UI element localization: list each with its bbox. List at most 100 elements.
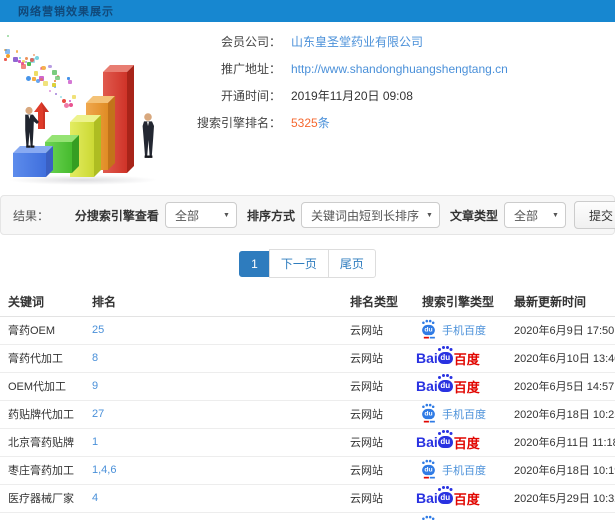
baidu-logo-icon: Bai du 百度 xyxy=(416,488,480,507)
page-header: 网络营销效果展示 xyxy=(0,0,615,22)
last-page-button[interactable]: 尾页 xyxy=(327,249,376,278)
bar-chart-illustration xyxy=(0,22,190,195)
table-row: 医疗器械厂家 4 云网站 Baidu百度 du手机百度 2020年5月29日 1… xyxy=(0,484,615,513)
rank-link[interactable]: 1,4,6 xyxy=(92,464,116,476)
table-header-row: 关键词 排名 排名类型 搜索引擎类型 最新更新时间 xyxy=(0,288,615,317)
col-rank-type: 排名类型 xyxy=(342,288,414,317)
rank-link[interactable]: 9 xyxy=(92,380,98,392)
col-engine-type: 搜索引擎类型 xyxy=(414,288,506,317)
rank-cell: 25 xyxy=(84,316,342,345)
baidu-paw-icon: du xyxy=(422,320,435,339)
rank-link[interactable]: 8 xyxy=(92,352,98,364)
info-section: 会员公司： 山东皇圣堂药业有限公司 推广地址： http://www.shand… xyxy=(0,22,615,195)
keyword-cell: OEM代加工 xyxy=(0,372,84,401)
rank-type-cell: 云网站 xyxy=(342,372,414,401)
rank-count-label: 搜索引擎排名： xyxy=(196,116,281,130)
next-page-button[interactable]: 下一页 xyxy=(268,249,329,278)
company-label: 会员公司： xyxy=(220,35,281,49)
sort-filter-label: 排序方式 xyxy=(246,208,295,223)
engine-cell: Baidu百度 du手机百度 xyxy=(414,400,506,429)
chevron-down-icon: ▼ xyxy=(552,212,559,219)
updated-cell: 2020年6月9日 17:50 xyxy=(506,316,615,345)
rank-type-cell: 云网站 xyxy=(342,428,414,457)
rank-cell: 1,4,6 xyxy=(84,456,342,485)
rank-cell: 17 xyxy=(84,512,342,520)
updated-cell: 2020年6月18日 10:25 xyxy=(506,400,615,429)
rank-link[interactable]: 4 xyxy=(92,492,98,504)
open-time-value: 2019年11月20日 09:08 xyxy=(291,89,413,103)
page-title: 网络营销效果展示 xyxy=(18,6,114,18)
promo-url-label: 推广地址： xyxy=(220,62,281,76)
page-1-button[interactable]: 1 xyxy=(239,251,270,277)
table-row: 菏泽膏药厂家 17 云网站 Baidu百度 du手机百度 2020年6月11日 … xyxy=(0,512,615,520)
bar-blue xyxy=(13,146,53,177)
baidu-paw-icon: du xyxy=(437,432,453,448)
baidu-logo-icon: Bai du 百度 xyxy=(416,376,480,395)
engine-cell: Baidu百度 du手机百度 xyxy=(414,372,506,401)
mobile-baidu-icon: du手机百度 xyxy=(416,404,486,423)
rank-type-cell: 云网站 xyxy=(342,512,414,520)
rank-type-cell: 云网站 xyxy=(342,344,414,373)
mobile-baidu-icon: du手机百度 xyxy=(416,460,486,479)
result-label: 结果： xyxy=(13,208,50,223)
rank-link[interactable]: 1 xyxy=(92,436,98,448)
engine-cell: Baidu百度 du手机百度 xyxy=(414,344,506,373)
rank-cell: 9 xyxy=(84,372,342,401)
table-row: 药贴牌代加工 27 云网站 Baidu百度 du手机百度 2020年6月18日 … xyxy=(0,400,615,429)
keyword-cell: 药贴牌代加工 xyxy=(0,400,84,429)
rank-cell: 27 xyxy=(84,400,342,429)
col-keyword: 关键词 xyxy=(0,288,84,317)
rank-type-cell: 云网站 xyxy=(342,484,414,513)
article-type-label: 文章类型 xyxy=(449,208,498,223)
engine-select[interactable]: 全部 ▼ xyxy=(164,202,237,228)
updated-cell: 2020年6月5日 14:57 xyxy=(506,372,615,401)
baidu-logo-icon: Bai du 百度 xyxy=(416,432,480,451)
info-row-company: 会员公司： 山东皇圣堂药业有限公司 xyxy=(185,28,615,55)
updated-cell: 2020年6月18日 10:19 xyxy=(506,456,615,485)
promo-url-link[interactable]: http://www.shandonghuangshengtang.cn xyxy=(291,62,508,76)
businessman-right xyxy=(142,113,154,158)
table-row: OEM代加工 9 云网站 Baidu百度 du手机百度 2020年6月5日 14… xyxy=(0,372,615,401)
rank-type-cell: 云网站 xyxy=(342,316,414,345)
article-type-select[interactable]: 全部 ▼ xyxy=(503,202,566,228)
chevron-down-icon: ▼ xyxy=(223,212,230,219)
baidu-paw-icon: du xyxy=(422,404,435,423)
rank-link[interactable]: 27 xyxy=(92,408,104,420)
keyword-cell: 膏药OEM xyxy=(0,316,84,345)
open-time-label: 开通时间： xyxy=(220,89,281,103)
keyword-cell: 膏药代加工 xyxy=(0,344,84,373)
rank-link[interactable]: 25 xyxy=(92,324,104,336)
company-info: 会员公司： 山东皇圣堂药业有限公司 推广地址： http://www.shand… xyxy=(185,28,615,136)
baidu-paw-icon: du xyxy=(437,376,453,392)
rank-cell: 4 xyxy=(84,484,342,513)
mobile-baidu-icon: du手机百度 xyxy=(416,320,486,339)
updated-cell: 2020年5月29日 10:32 xyxy=(506,484,615,513)
rank-cell: 1 xyxy=(84,428,342,457)
info-row-rank-count: 搜索引擎排名： 5325 条 xyxy=(185,109,615,136)
baidu-paw-icon: du xyxy=(437,348,453,364)
marketing-report-page: 网络营销效果展示 会员公司： 山东皇圣堂药业有限公司 推广地址： http://… xyxy=(0,0,615,520)
baidu-paw-icon: du xyxy=(422,460,435,479)
table-row: 北京膏药贴牌 1 云网站 Baidu百度 du手机百度 2020年6月11日 1… xyxy=(0,428,615,457)
pagination: 1 下一页 尾页 xyxy=(0,249,615,278)
info-row-open-time: 开通时间： 2019年11月20日 09:08 xyxy=(185,82,615,109)
engine-cell: Baidu百度 du手机百度 xyxy=(414,484,506,513)
engine-cell: Baidu百度 du手机百度 xyxy=(414,316,506,345)
businessman-left xyxy=(25,106,39,148)
sort-select[interactable]: 关键词由短到长排序 ▼ xyxy=(300,202,440,228)
table-row: 枣庄膏药加工 1,4,6 云网站 Baidu百度 du手机百度 2020年6月1… xyxy=(0,456,615,485)
submit-button[interactable]: 提交 xyxy=(573,201,615,229)
engine-filter-label: 分搜索引擎查看 xyxy=(74,208,159,223)
table-row: 膏药代加工 8 云网站 Baidu百度 du手机百度 2020年6月10日 13… xyxy=(0,344,615,373)
chevron-down-icon: ▼ xyxy=(426,212,433,219)
rank-count-value: 5325 xyxy=(291,115,318,130)
rank-type-cell: 云网站 xyxy=(342,400,414,429)
engine-cell: Baidu百度 du手机百度 xyxy=(414,456,506,485)
col-rank: 排名 xyxy=(84,288,342,317)
filter-bar: 结果： 分搜索引擎查看 全部 ▼ 排序方式 关键词由短到长排序 ▼ 文章类型 全… xyxy=(0,195,615,235)
keyword-cell: 菏泽膏药厂家 xyxy=(0,512,84,520)
engine-cell: Baidu百度 du手机百度 xyxy=(414,512,506,520)
updated-cell: 2020年6月10日 13:40 xyxy=(506,344,615,373)
company-link[interactable]: 山东皇圣堂药业有限公司 xyxy=(291,33,423,50)
keyword-cell: 枣庄膏药加工 xyxy=(0,456,84,485)
